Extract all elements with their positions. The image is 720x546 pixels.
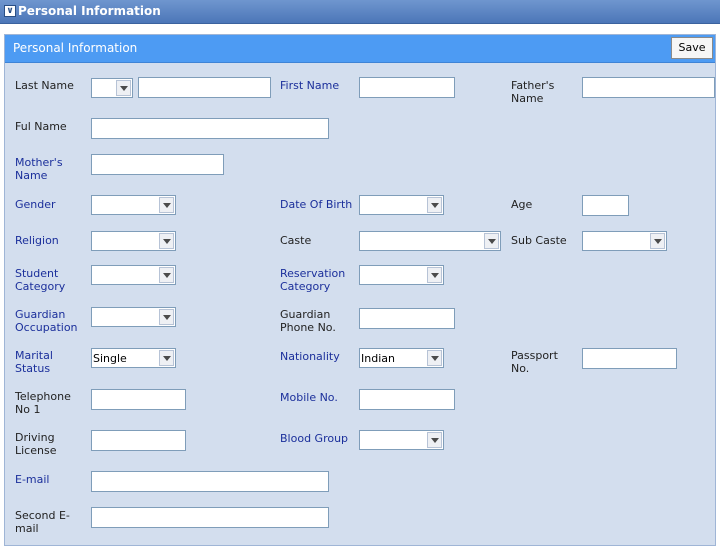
- first-name-label: First Name: [280, 79, 340, 92]
- chevron-down-icon: [159, 350, 174, 366]
- personal-information-panel: Personal Information Save Last Name Firs…: [4, 34, 716, 546]
- marital-status-select[interactable]: Single: [91, 348, 176, 368]
- mobile-no-label: Mobile No.: [280, 391, 338, 404]
- gender-label: Gender: [15, 198, 56, 211]
- guardian-occupation-label: Guardian Occupation: [15, 308, 78, 334]
- chevron-down-icon: [159, 233, 174, 249]
- chevron-down-icon: [427, 350, 442, 366]
- chevron-down-icon: [159, 197, 174, 213]
- fathers-name-label: Father's Name: [511, 79, 555, 105]
- religion-select[interactable]: [91, 231, 176, 251]
- blood-group-select[interactable]: [359, 430, 444, 450]
- nationality-value: Indian: [361, 352, 395, 365]
- caste-label: Caste: [280, 234, 312, 247]
- chevron-down-icon: [427, 432, 442, 448]
- nationality-label: Nationality: [280, 350, 340, 363]
- email-input[interactable]: [91, 471, 329, 492]
- chevron-down-icon: [116, 80, 131, 96]
- guardian-occupation-select[interactable]: [91, 307, 176, 327]
- second-email-label: Second E- mail: [15, 509, 70, 535]
- marital-status-label: Marital Status: [15, 349, 53, 375]
- second-email-input[interactable]: [91, 507, 329, 528]
- sub-caste-select[interactable]: [582, 231, 667, 251]
- age-input[interactable]: [582, 195, 629, 216]
- date-of-birth-select[interactable]: [359, 195, 444, 215]
- collapse-icon[interactable]: ∨: [4, 5, 16, 17]
- last-name-input[interactable]: [138, 77, 271, 98]
- window-title: Personal Information: [18, 4, 161, 18]
- age-label: Age: [511, 198, 533, 211]
- panel-header: Personal Information Save: [5, 35, 715, 63]
- chevron-down-icon: [484, 233, 499, 249]
- last-name-label: Last Name: [15, 79, 74, 92]
- driving-license-input[interactable]: [91, 430, 186, 451]
- gender-select[interactable]: [91, 195, 176, 215]
- guardian-phone-input[interactable]: [359, 308, 455, 329]
- mobile-no-input[interactable]: [359, 389, 455, 410]
- student-category-label: Student Category: [15, 267, 66, 293]
- passport-no-label: Passport No.: [511, 349, 558, 375]
- chevron-down-icon: [159, 309, 174, 325]
- telephone-no1-label: Telephone No 1: [15, 390, 71, 416]
- chevron-down-icon: [427, 197, 442, 213]
- chevron-down-icon: [159, 267, 174, 283]
- save-button[interactable]: Save: [671, 37, 713, 59]
- date-of-birth-label: Date Of Birth: [280, 198, 353, 211]
- window-titlebar: ∨ Personal Information: [0, 0, 720, 24]
- marital-status-value: Single: [93, 352, 127, 365]
- chevron-down-icon: [427, 267, 442, 283]
- chevron-down-icon: [650, 233, 665, 249]
- panel-title: Personal Information: [13, 41, 138, 55]
- first-name-input[interactable]: [359, 77, 455, 98]
- blood-group-label: Blood Group: [280, 432, 349, 445]
- full-name-label: Ful Name: [15, 120, 67, 133]
- reservation-category-select[interactable]: [359, 265, 444, 285]
- guardian-phone-label: Guardian Phone No.: [280, 308, 336, 334]
- nationality-select[interactable]: Indian: [359, 348, 444, 368]
- passport-no-input[interactable]: [582, 348, 677, 369]
- email-label: E-mail: [15, 473, 50, 486]
- mothers-name-input[interactable]: [91, 154, 224, 175]
- telephone-no1-input[interactable]: [91, 389, 186, 410]
- religion-label: Religion: [15, 234, 59, 247]
- reservation-category-label: Reservation Category: [280, 267, 346, 293]
- driving-license-label: Driving License: [15, 431, 57, 457]
- mothers-name-label: Mother's Name: [15, 156, 63, 182]
- student-category-select[interactable]: [91, 265, 176, 285]
- sub-caste-label: Sub Caste: [511, 234, 567, 247]
- last-name-title-select[interactable]: [91, 78, 133, 98]
- full-name-input[interactable]: [91, 118, 329, 139]
- caste-select[interactable]: [359, 231, 501, 251]
- fathers-name-input[interactable]: [582, 77, 715, 98]
